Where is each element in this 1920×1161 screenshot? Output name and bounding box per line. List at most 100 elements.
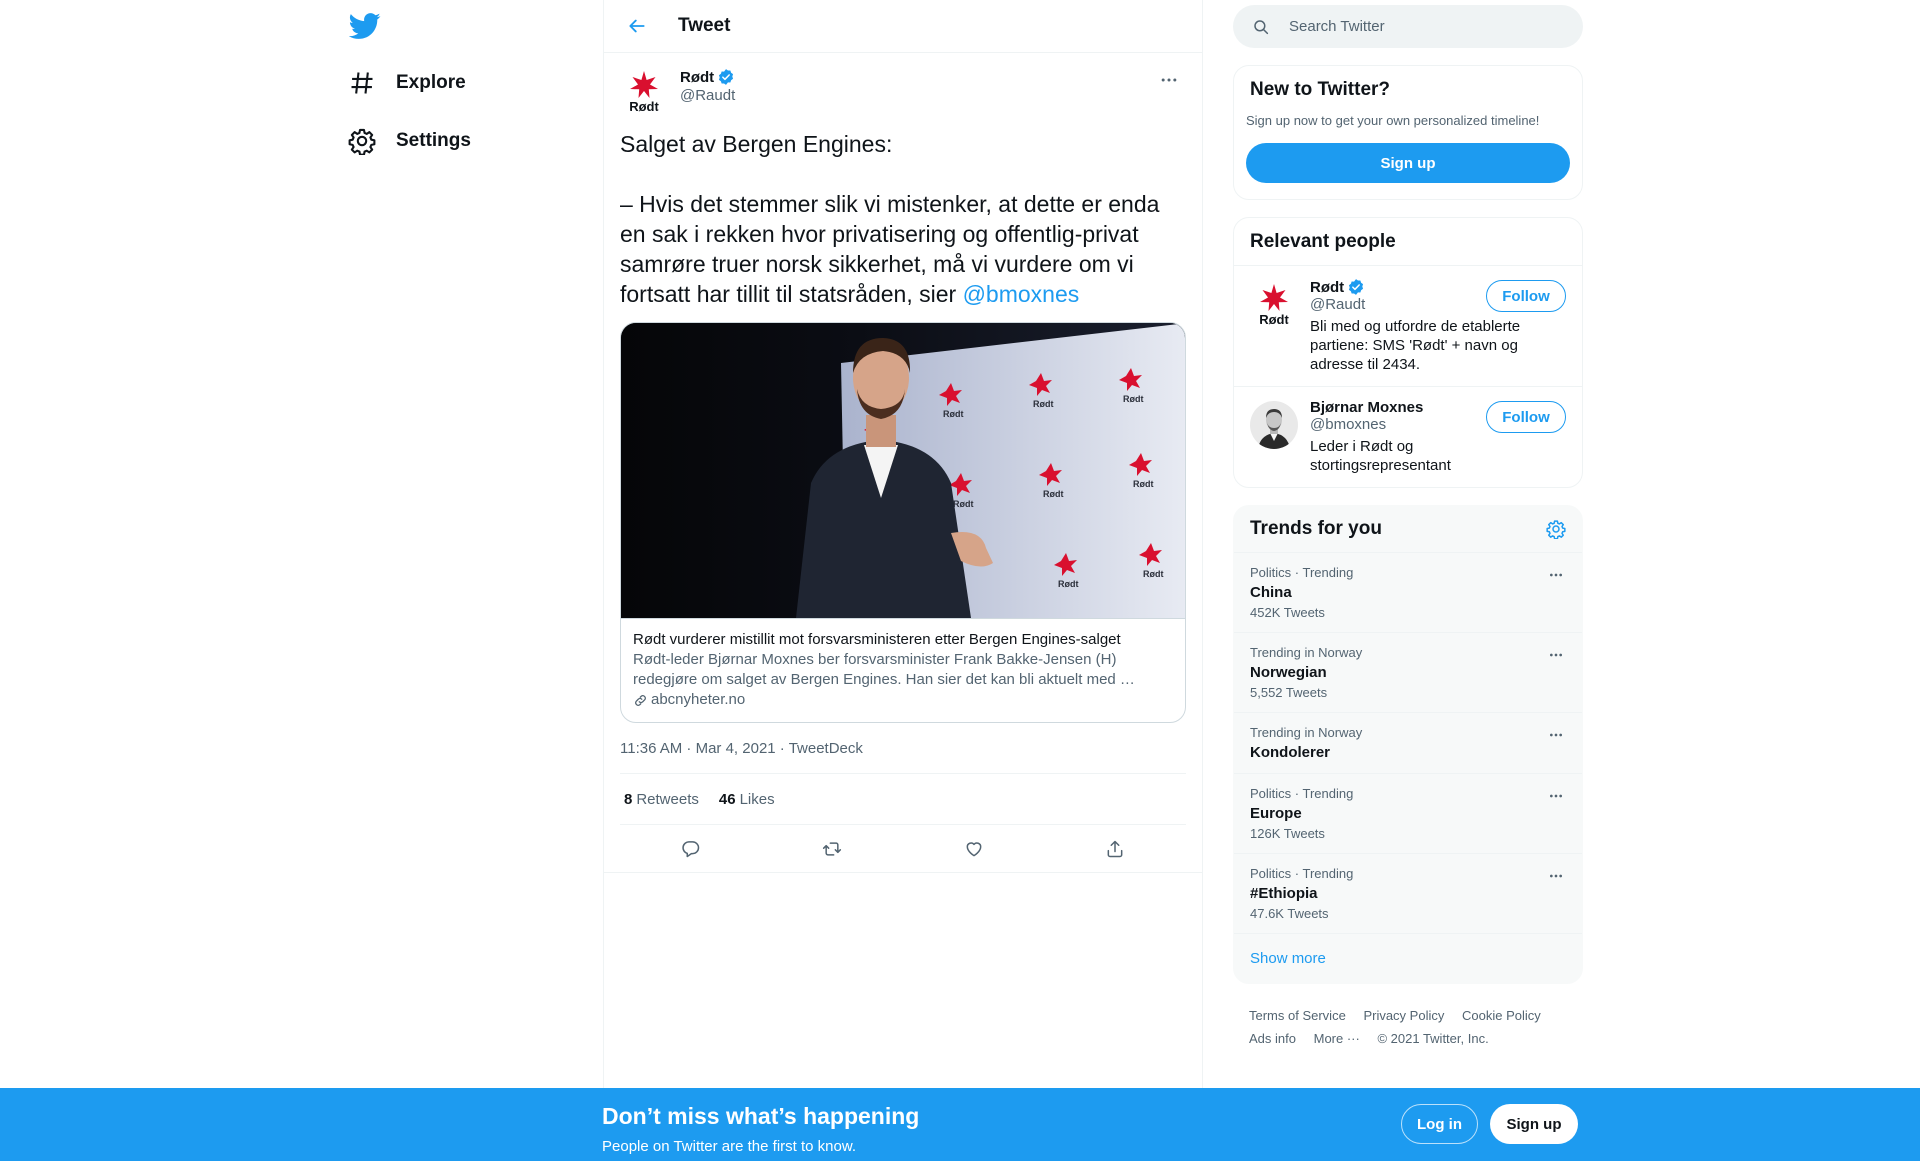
nav-settings-label: Settings — [396, 130, 471, 151]
search-icon — [1254, 19, 1269, 34]
trend-more-button[interactable] — [1546, 565, 1566, 585]
terms-link[interactable]: Terms of Service — [1249, 1004, 1346, 1027]
avatar[interactable]: Rødt — [620, 67, 668, 115]
right-sidebar: New to Twitter? Sign up now to get your … — [1233, 0, 1583, 1050]
more-dots-icon — [1550, 794, 1562, 798]
more-dots-icon — [1161, 78, 1177, 82]
trend-item[interactable]: Politics · Trending China 452K Tweets — [1234, 553, 1582, 633]
author-name[interactable]: Rødt — [680, 68, 735, 86]
mention-link[interactable]: @bmoxnes — [963, 281, 1080, 307]
gear-icon — [348, 128, 376, 155]
more-dots-icon — [1550, 874, 1562, 878]
trend-count: 452K Tweets — [1250, 605, 1325, 620]
main-column: Tweet Rødt Rødt @Raudt Salget av Bergen … — [603, 0, 1203, 1161]
reply-button[interactable] — [673, 831, 709, 867]
trend-item[interactable]: Politics · Trending #Ethiopia 47.6K Twee… — [1234, 854, 1582, 934]
person-bio: Leder i Rødt og stortingsrepresentant — [1310, 438, 1451, 474]
trend-name: China — [1250, 584, 1292, 601]
gear-icon[interactable] — [1546, 519, 1566, 539]
hashtag-icon — [351, 72, 373, 94]
trends-title: Trends for you — [1250, 518, 1382, 539]
follow-button[interactable]: Follow — [1486, 280, 1566, 312]
twitter-bird-logo-icon[interactable] — [349, 10, 381, 42]
more-link[interactable]: More ··· — [1314, 1027, 1360, 1050]
retweet-button[interactable] — [814, 831, 850, 867]
person-photo-icon — [1250, 401, 1298, 449]
trend-name: Europe — [1250, 805, 1302, 822]
person-row[interactable]: Rødt Rødt @Raudt Bli med og utfordre de … — [1234, 265, 1582, 386]
search-bar[interactable] — [1233, 5, 1583, 48]
trend-item[interactable]: Trending in Norway Norwegian 5,552 Tweet… — [1234, 633, 1582, 713]
more-dots-icon — [1550, 653, 1562, 657]
main-header: Tweet — [604, 0, 1202, 53]
retweet-icon — [823, 841, 842, 856]
retweets-label: Retweets — [636, 791, 699, 808]
link-card[interactable]: Rødt Rødt Rødt Rødt Rødt Rødt Rødt Rødt — [620, 322, 1186, 723]
author-info: Rødt @Raudt — [680, 68, 735, 105]
svg-text:Rødt: Rødt — [1033, 399, 1054, 409]
svg-text:Rødt: Rødt — [953, 499, 974, 509]
trend-item[interactable]: Politics · Trending Europe 126K Tweets — [1234, 774, 1582, 854]
author-name-text: Rødt — [680, 68, 715, 86]
trend-count: 5,552 Tweets — [1250, 685, 1328, 700]
avatar[interactable]: Rødt — [1250, 280, 1298, 328]
svg-text:Rødt: Rødt — [1123, 394, 1144, 404]
back-button[interactable] — [619, 8, 655, 44]
trend-item[interactable]: Trending in Norway Kondolerer — [1234, 713, 1582, 774]
nav-explore[interactable]: Explore — [348, 59, 466, 107]
trend-meta: Politics · Trending — [1250, 565, 1354, 580]
likes-label: Likes — [739, 791, 775, 808]
svg-text:Rødt: Rødt — [1143, 569, 1164, 579]
card-domain: abcnyheter.no — [633, 690, 1173, 710]
card-title: Rødt vurderer mistillit mot forsvarsmini… — [633, 631, 1121, 648]
svg-text:Rødt: Rødt — [1043, 489, 1064, 499]
follow-button[interactable]: Follow — [1486, 401, 1566, 433]
arrow-left-icon — [629, 19, 645, 33]
privacy-link[interactable]: Privacy Policy — [1363, 1004, 1444, 1027]
card-domain-text: abcnyheter.no — [651, 691, 746, 708]
author-handle[interactable]: @Raudt — [680, 87, 735, 104]
share-button[interactable] — [1097, 831, 1133, 867]
svg-text:Rødt: Rødt — [943, 409, 964, 419]
like-button[interactable] — [956, 831, 992, 867]
more-dots-icon — [1550, 573, 1562, 577]
tweet-text-body-wrap: – Hvis det stemmer slik vi mistenker, at… — [620, 189, 1186, 309]
likes-stat[interactable]: 46 Likes — [719, 791, 775, 808]
avatar[interactable] — [1250, 401, 1298, 449]
ads-info-link[interactable]: Ads info — [1249, 1027, 1296, 1050]
sidebar-signup-button[interactable]: Sign up — [1246, 143, 1570, 183]
trend-more-button[interactable] — [1546, 866, 1566, 886]
bottom-bar-title: Don’t miss what’s happening — [602, 1103, 920, 1129]
svg-text:Rødt: Rødt — [1259, 312, 1289, 327]
retweets-stat[interactable]: 8 Retweets — [624, 791, 699, 808]
signup-button[interactable]: Sign up — [1490, 1104, 1578, 1144]
card-body: Rødt vurderer mistillit mot forsvarsmini… — [621, 618, 1185, 722]
rodt-logo-icon: Rødt — [620, 67, 668, 115]
person-row[interactable]: Bjørnar Moxnes @bmoxnes Leder i Rødt og … — [1234, 386, 1582, 487]
show-more-link[interactable]: Show more — [1234, 934, 1582, 983]
card-image: Rødt Rødt Rødt Rødt Rødt Rødt Rødt Rødt — [621, 323, 1185, 618]
footer-links: Terms of Service Privacy Policy Cookie P… — [1233, 984, 1583, 1050]
relevant-people-title: Relevant people — [1250, 231, 1396, 252]
search-input[interactable] — [1289, 18, 1549, 35]
likes-count: 46 — [718, 791, 736, 808]
login-button[interactable]: Log in — [1401, 1104, 1478, 1144]
copyright-text: © 2021 Twitter, Inc. — [1377, 1031, 1489, 1046]
trend-name: #Ethiopia — [1250, 885, 1318, 902]
retweets-count: 8 — [624, 791, 633, 808]
cookie-link[interactable]: Cookie Policy — [1462, 1004, 1541, 1027]
trend-more-button[interactable] — [1546, 725, 1566, 745]
trend-name: Kondolerer — [1250, 744, 1331, 761]
trend-more-button[interactable] — [1546, 786, 1566, 806]
tweet-stats: 8 Retweets 46 Likes — [620, 774, 1186, 825]
trends-header: Trends for you — [1234, 506, 1582, 553]
trend-meta: Trending in Norway — [1250, 725, 1363, 740]
tweet-timestamp[interactable]: 11:36 AM · Mar 4, 2021 · TweetDeck — [620, 723, 1186, 774]
trend-meta: Trending in Norway — [1250, 645, 1363, 660]
more-options-button[interactable] — [1152, 63, 1186, 97]
bottom-bar-subtitle: People on Twitter are the first to know. — [602, 1138, 857, 1155]
tweet: Rødt Rødt @Raudt Salget av Bergen Engine… — [604, 53, 1202, 873]
person-name-text: Bjørnar Moxnes — [1310, 399, 1424, 416]
trend-more-button[interactable] — [1546, 645, 1566, 665]
nav-settings[interactable]: Settings — [348, 117, 471, 165]
